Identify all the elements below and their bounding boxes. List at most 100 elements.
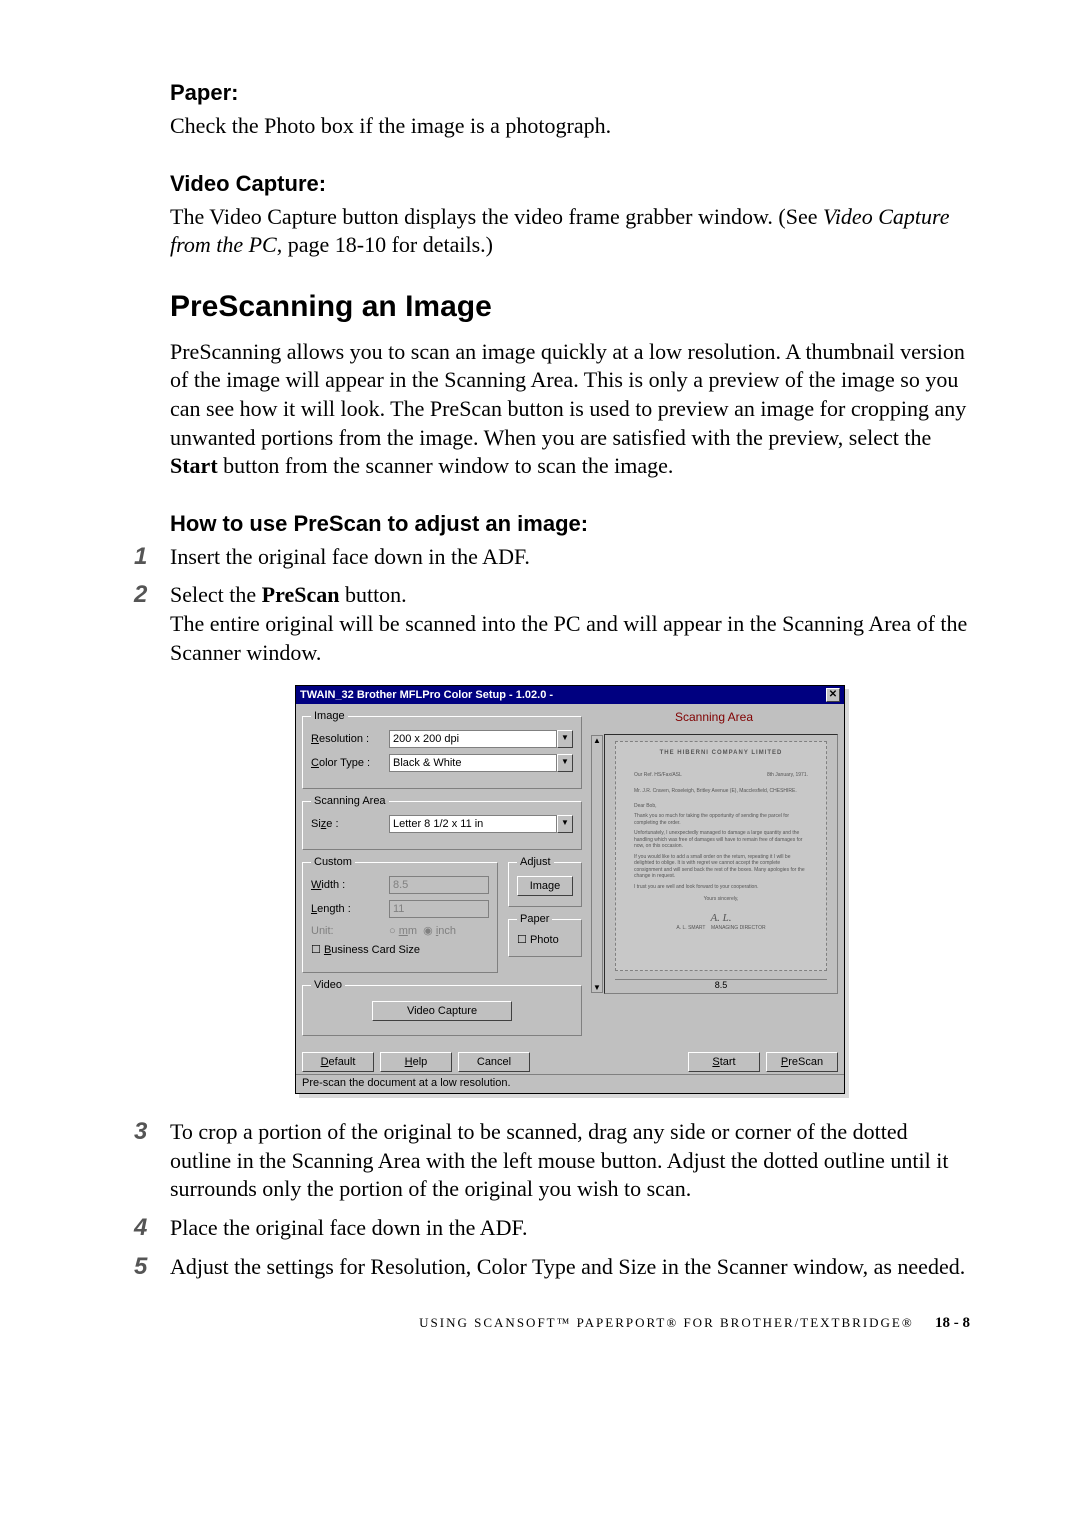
step-body-extra: The entire original will be scanned into… (170, 611, 967, 665)
prescan-button[interactable]: PreScan (766, 1052, 838, 1072)
paper-group: Paper ☐ Photo (508, 913, 582, 957)
step-body: Adjust the settings for Resolution, Colo… (170, 1253, 970, 1282)
step-body-bold: PreScan (262, 582, 340, 607)
unit-mm-radio: ○ mm (389, 925, 417, 937)
cancel-button[interactable]: Cancel (458, 1052, 530, 1072)
scroll-down-icon[interactable]: ▼ (592, 983, 602, 992)
step-1: 1 Insert the original face down in the A… (134, 543, 970, 572)
photo-checkbox-row: ☐ Photo (517, 933, 573, 946)
bcard-label: Business Card Size (324, 944, 420, 956)
help-button[interactable]: Help (380, 1052, 452, 1072)
preview-document[interactable]: THE HIBERNI COMPANY LIMITED Our Ref. HS/… (615, 741, 827, 971)
preview-sigline1: A. L. SMART (676, 925, 705, 931)
size-value[interactable] (389, 815, 557, 833)
image-group: Image Resolution : ▼ Color Type : ▼ (302, 710, 582, 789)
video-capture-heading: Video Capture: (170, 171, 970, 197)
preview-addr: Mr. J.R. Craven, Roseleigh, Britley Aven… (634, 788, 808, 795)
step-num: 1 (134, 543, 170, 572)
video-legend: Video (311, 979, 345, 991)
length-field (389, 900, 489, 918)
preview-signature: A. L. (634, 911, 808, 925)
preview-date: 8th January, 1971. (767, 772, 808, 779)
twain-dialog: TWAIN_32 Brother MFLPro Color Setup - 1.… (295, 685, 845, 1094)
preview-letterhead: THE HIBERNI COMPANY LIMITED (634, 750, 808, 758)
video-capture-body-pre: The Video Capture button displays the vi… (170, 204, 823, 229)
scanningarea-group: Scanning Area Size : ▼ (302, 795, 582, 850)
paper-legend: Paper (517, 913, 552, 925)
preview-ruler: 8.5 (615, 979, 827, 991)
preview-close: Yours sincerely, (634, 896, 808, 903)
preview-p4: I trust you are well and look forward to… (634, 884, 808, 891)
chevron-down-icon[interactable]: ▼ (557, 815, 573, 833)
prescanning-body: PreScanning allows you to scan an image … (170, 338, 970, 481)
default-button[interactable]: Default (302, 1052, 374, 1072)
footer-page: 18 - 8 (935, 1315, 970, 1331)
start-bold: Start (170, 453, 218, 478)
width-label: Width : (311, 879, 389, 891)
preview-ourref: Our Ref. HS/Fax/ASL (634, 772, 682, 779)
statusbar: Pre-scan the document at a low resolutio… (296, 1074, 844, 1093)
video-group: Video Video Capture (302, 979, 582, 1036)
preview-canvas[interactable]: ▲ ▼ THE HIBERNI COMPANY LIMITED Our Ref.… (604, 734, 838, 994)
preview-p2: Unfortunately, I unexpectedly managed to… (634, 830, 808, 850)
scroll-up-icon[interactable]: ▲ (592, 736, 602, 745)
adjust-legend: Adjust (517, 856, 554, 868)
resolution-value[interactable] (389, 730, 557, 748)
image-group-legend: Image (311, 710, 348, 722)
step-num: 2 (134, 581, 170, 667)
video-capture-body: The Video Capture button displays the vi… (170, 203, 970, 260)
colortype-value[interactable] (389, 754, 557, 772)
page-footer: USING SCANSOFT™ PAPERPORT® FOR BROTHER/T… (170, 1315, 970, 1332)
width-field (389, 876, 489, 894)
preview-sigline2: MANAGING DIRECTOR (711, 925, 766, 931)
colortype-combo[interactable]: ▼ (389, 754, 573, 772)
title-text: TWAIN_32 Brother MFLPro Color Setup - 1.… (300, 689, 553, 701)
image-adjust-button[interactable]: Image (517, 876, 573, 896)
step-4: 4 Place the original face down in the AD… (134, 1214, 970, 1243)
length-label: Length : (311, 903, 389, 915)
custom-legend: Custom (311, 856, 355, 868)
photo-label: Photo (530, 934, 559, 946)
bcard-checkbox[interactable]: ☐ (311, 943, 321, 956)
footer-text: USING SCANSOFT™ PAPERPORT® FOR BROTHER/T… (419, 1315, 914, 1330)
paper-body: Check the Photo box if the image is a ph… (170, 112, 970, 141)
custom-group: Custom Width : Length : Unit: ○ mm ◉ inc… (302, 856, 498, 973)
step-num: 4 (134, 1214, 170, 1243)
preview-scrollbar[interactable]: ▲ ▼ (591, 735, 603, 993)
titlebar[interactable]: TWAIN_32 Brother MFLPro Color Setup - 1.… (296, 686, 844, 704)
step-body: Insert the original face down in the ADF… (170, 543, 970, 572)
step-body: Select the PreScan button. The entire or… (170, 581, 970, 667)
step-body: To crop a portion of the original to be … (170, 1118, 970, 1204)
size-combo[interactable]: ▼ (389, 815, 573, 833)
preview-p1: Thank you so much for taking the opportu… (634, 813, 808, 826)
step-body: Place the original face down in the ADF. (170, 1214, 970, 1243)
adjust-group: Adjust Image (508, 856, 582, 907)
close-icon[interactable]: ✕ (826, 688, 840, 702)
scanningarea-legend: Scanning Area (311, 795, 389, 807)
video-capture-button[interactable]: Video Capture (372, 1001, 512, 1021)
size-label: Size : (311, 818, 389, 830)
step-3: 3 To crop a portion of the original to b… (134, 1118, 970, 1204)
step-num: 5 (134, 1253, 170, 1282)
step-2: 2 Select the PreScan button. The entire … (134, 581, 970, 667)
step-num: 3 (134, 1118, 170, 1204)
photo-checkbox[interactable]: ☐ (517, 934, 527, 946)
resolution-combo[interactable]: ▼ (389, 730, 573, 748)
steps-list-cont: 3 To crop a portion of the original to b… (134, 1118, 970, 1281)
chevron-down-icon[interactable]: ▼ (557, 730, 573, 748)
step-5: 5 Adjust the settings for Resolution, Co… (134, 1253, 970, 1282)
video-capture-body-post: , page 18-10 for details.) (277, 232, 493, 257)
unit-inch-radio: ◉ inch (423, 924, 456, 937)
preview-p3: If you would like to add a small order o… (634, 854, 808, 880)
prescanning-heading: PreScanning an Image (170, 290, 970, 324)
step-body-prefix: Select the (170, 582, 262, 607)
steps-list: 1 Insert the original face down in the A… (134, 543, 970, 667)
chevron-down-icon[interactable]: ▼ (557, 754, 573, 772)
step-body-suffix: button. (339, 582, 406, 607)
unit-label: Unit: (311, 925, 389, 937)
preview-salute: Dear Bob, (634, 803, 808, 810)
paper-heading: Paper: (170, 80, 970, 106)
howto-heading: How to use PreScan to adjust an image: (170, 511, 970, 537)
scanning-area-title: Scanning Area (590, 710, 838, 724)
start-button[interactable]: Start (688, 1052, 760, 1072)
